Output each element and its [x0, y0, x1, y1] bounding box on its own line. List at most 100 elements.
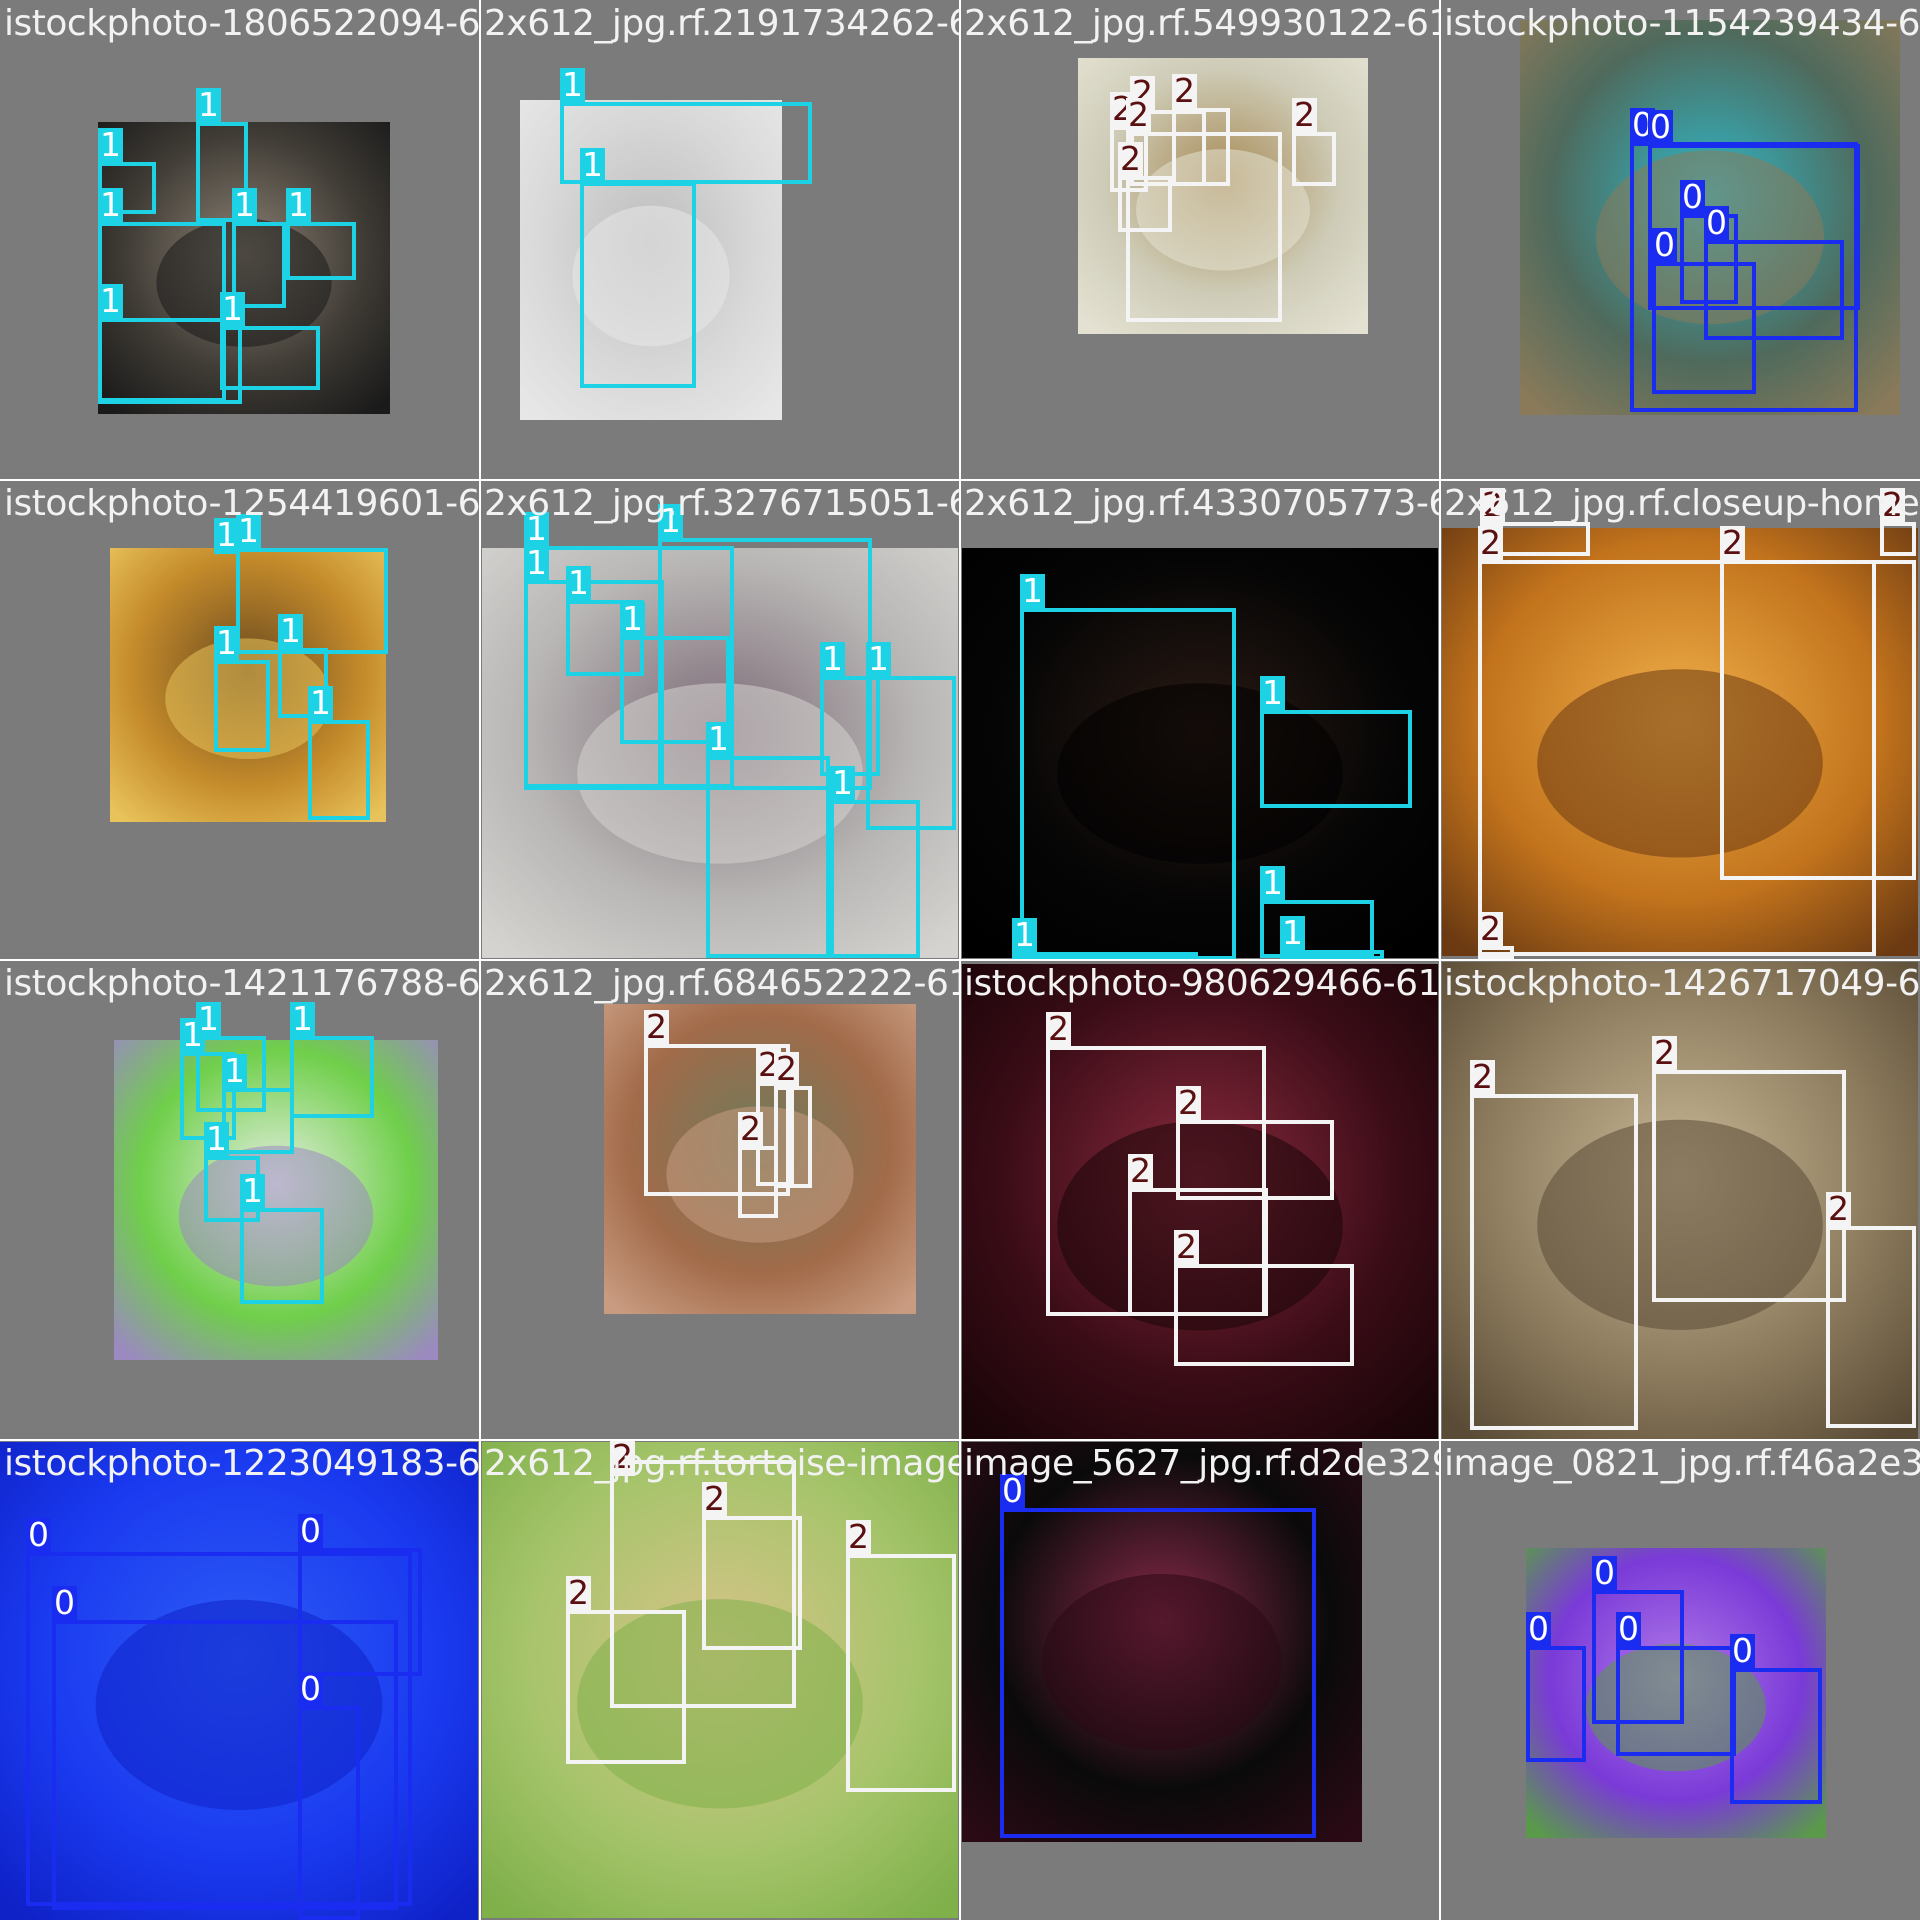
image-tile: 2x612_jpg.rf.4330705773-612x612_jpg 1 1 1 1 1 — [960, 480, 1440, 960]
class-label: 1 — [706, 719, 731, 758]
class-label: 2 — [846, 1517, 871, 1556]
bounding-box-class-2 — [1126, 132, 1282, 322]
image-tile: 2x612_jpg.rf.549930122-612x612_jpg222222 — [960, 0, 1440, 480]
image-filename-caption: istockphoto-1421176788-612x612_jpg — [4, 963, 480, 1004]
class-label: 2 — [738, 1109, 763, 1148]
grid-divider-vertical — [1439, 0, 1441, 1920]
class-label: 1 — [232, 185, 257, 224]
bounding-box-class-1 — [240, 1208, 324, 1304]
class-label: 2 — [1046, 1009, 1071, 1048]
class-label: 1 — [214, 515, 239, 554]
class-label: 1 — [286, 185, 311, 224]
class-label: 2 — [1720, 523, 1745, 562]
bounding-box-class-1 — [286, 222, 356, 280]
class-label: 1 — [308, 683, 333, 722]
image-tile: istockphoto-1254419601-612x612_jpg11111 — [0, 480, 480, 960]
bounding-box-class-2 — [1174, 1264, 1354, 1366]
bounding-box-class-1 — [308, 720, 370, 820]
bounding-box-class-2 — [1880, 522, 1916, 556]
image-tile: istockphoto-1154239434-612x61200000 — [1440, 0, 1920, 480]
class-label: 0 — [1680, 177, 1705, 216]
class-label: 1 — [236, 511, 261, 550]
image-filename-caption: 2x612_jpg.rf.closeup-homepage-hero_jpeg — [1444, 483, 1920, 524]
class-label: 0 — [298, 1669, 323, 1708]
class-label: 1 — [214, 623, 239, 662]
class-label: 2 — [1478, 523, 1503, 562]
class-label: 1 — [820, 639, 845, 678]
image-tile: istockphoto-1426717049-612x612222 — [1440, 960, 1920, 1440]
bounding-box-class-1 — [290, 1036, 374, 1118]
bounding-box-class-1 — [706, 756, 830, 958]
class-label: 1 — [580, 145, 605, 184]
class-label: 1 — [566, 563, 591, 602]
class-label: 2 — [1826, 1189, 1851, 1228]
class-label: 2 — [1652, 1033, 1677, 1072]
class-label: 1 — [1260, 863, 1285, 902]
class-label: 0 — [1652, 225, 1677, 264]
class-label: 1 — [620, 599, 645, 638]
class-label: 0 — [26, 1515, 51, 1554]
class-label: 2 — [1880, 485, 1905, 524]
grid-divider-horizontal — [0, 959, 1920, 961]
class-label: 1 — [830, 763, 855, 802]
class-label: 0 — [52, 1583, 77, 1622]
class-label: 1 — [98, 281, 123, 320]
class-label: 1 — [196, 999, 221, 1038]
bounding-box-class-1 — [830, 800, 920, 958]
class-label: 1 — [220, 289, 245, 328]
bounding-box-class-1 — [580, 182, 696, 388]
bounding-box-class-2 — [774, 1086, 812, 1188]
bounding-box-class-2 — [1826, 1226, 1916, 1428]
class-label: 1 — [98, 125, 123, 164]
class-label: 1 — [1012, 915, 1037, 954]
image-filename-caption: 2x612_jpg.rf.4330705773-612x612_jpg — [964, 483, 1440, 524]
bounding-box-class-2 — [702, 1516, 802, 1650]
bounding-box-class-1 — [220, 326, 320, 390]
class-label: 0 — [1730, 1631, 1755, 1670]
class-label: 2 — [774, 1049, 799, 1088]
class-label: 2 — [1470, 1057, 1495, 1096]
class-label: 2 — [1126, 95, 1151, 134]
grid-divider-horizontal — [0, 1439, 1920, 1441]
class-label: 1 — [98, 185, 123, 224]
class-label: 0 — [1000, 1471, 1025, 1510]
class-label: 1 — [196, 85, 221, 124]
class-label: 2 — [1128, 1151, 1153, 1190]
class-label: 2 — [1292, 95, 1317, 134]
bounding-box-class-0 — [298, 1706, 360, 1920]
image-filename-caption: 2x612_jpg.rf.549930122-612x612_jpg — [964, 3, 1440, 44]
bounding-box-class-1 — [1260, 710, 1412, 808]
bounding-box-class-2 — [1470, 1094, 1638, 1430]
class-label: 0 — [1648, 107, 1673, 146]
bounding-box-class-2 — [1652, 1070, 1846, 1302]
class-label: 1 — [204, 1119, 229, 1158]
image-tile: 2x612_jpg.rf.3276715051-612x612_jpg11111… — [480, 480, 960, 960]
class-label: 1 — [1020, 571, 1045, 610]
class-label: 0 — [1616, 1609, 1641, 1648]
bounding-box-class-1 — [1020, 608, 1236, 960]
class-label: 2 — [610, 1440, 635, 1476]
class-label: 1 — [560, 65, 585, 104]
image-tile: istockphoto-980629466-612x612_jpg2222 — [960, 960, 1440, 1440]
class-label: 1 — [658, 501, 683, 540]
class-label: 0 — [298, 1511, 323, 1550]
image-tile: image_5627_jpg.rf.d2de3296 0 — [960, 1440, 1440, 1920]
bounding-box-class-2 — [1478, 946, 1514, 960]
bounding-box-class-0 — [1000, 1508, 1316, 1838]
class-label: 1 — [222, 1051, 247, 1090]
bounding-box-class-0 — [1616, 1646, 1736, 1756]
bounding-box-class-2 — [738, 1146, 778, 1218]
class-label: 2 — [1172, 71, 1197, 110]
mosaic-grid: istockphoto-1806522094-612x612_jpg.rf.2 1… — [0, 0, 1920, 1920]
class-label: 1 — [278, 611, 303, 650]
class-label: 1 — [240, 1171, 265, 1210]
image-filename-caption: 2x612_jpg.rf.684652222-612x612_jpg — [484, 963, 960, 1004]
image-tile: 2x612_jpg.rf.684652222-612x612_jpg2222 — [480, 960, 960, 1440]
bounding-box-class-1 — [1260, 900, 1374, 958]
class-label: 1 — [524, 543, 549, 582]
image-tile: istockphoto-1421176788-612x612_jpg111111 — [0, 960, 480, 1440]
class-label: 2 — [1118, 139, 1143, 178]
image-tile: 2x612_jpg.rf.closeup-homepage-hero_jpeg2… — [1440, 480, 1920, 960]
image-tile: istockphoto-1223049183-612x612_jpg0000 — [0, 1440, 480, 1920]
image-filename-caption: image_0821_jpg.rf.f46a2e398 — [1444, 1443, 1920, 1484]
